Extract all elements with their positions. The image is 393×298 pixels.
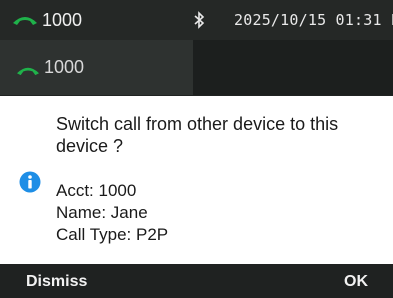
dialog-message: Switch call from other device to this de… bbox=[56, 114, 339, 156]
status-bar: 1000 2025/10/15 01:31 PM bbox=[0, 0, 393, 40]
phone-line-icon bbox=[16, 63, 40, 81]
phone-line-icon bbox=[12, 13, 38, 31]
info-icon bbox=[19, 171, 41, 198]
bluetooth-icon bbox=[193, 11, 205, 34]
acct-line: Acct: 1000 bbox=[56, 181, 137, 200]
account-tab-label: 1000 bbox=[44, 57, 85, 77]
call-details: Acct: 1000 Name: Jane Call Type: P2P bbox=[56, 180, 168, 246]
ok-button[interactable]: OK bbox=[344, 273, 368, 291]
dismiss-button[interactable]: Dismiss bbox=[26, 273, 87, 291]
switch-call-dialog: Switch call from other device to this de… bbox=[0, 96, 393, 264]
account-tab[interactable]: 1000 bbox=[0, 40, 193, 95]
call-type-line: Call Type: P2P bbox=[56, 225, 169, 244]
softkey-bar: Dismiss OK bbox=[0, 264, 393, 298]
status-datetime: 2025/10/15 01:31 PM bbox=[234, 11, 393, 29]
status-account: 1000 bbox=[42, 10, 83, 30]
account-bar-background bbox=[193, 40, 393, 95]
name-line: Name: Jane bbox=[56, 203, 148, 222]
